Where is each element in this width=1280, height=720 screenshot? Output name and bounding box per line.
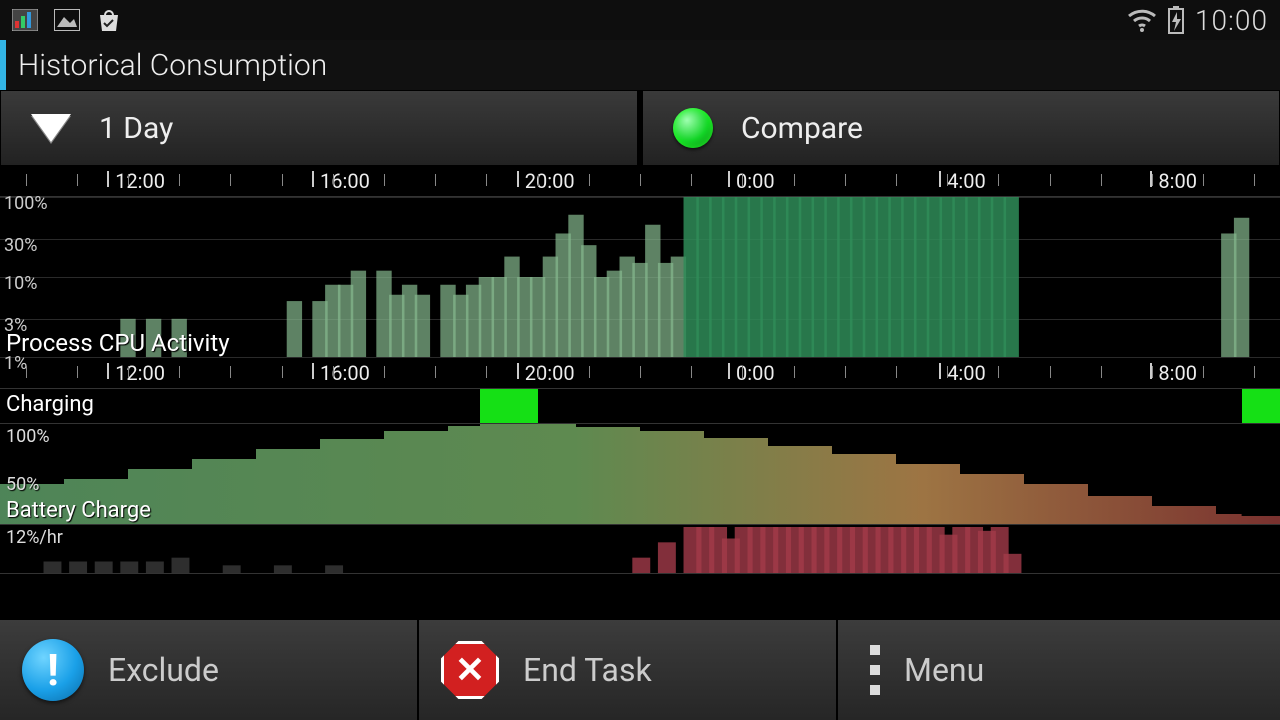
battery-charging-icon: [1167, 6, 1185, 34]
battery-chart-label: Battery Charge: [6, 498, 151, 523]
charts-container: 12:0016:0020:000:004:008:00 100%30%10%3%…: [0, 166, 1280, 574]
drain-chart[interactable]: 12%/hr: [0, 525, 1280, 574]
menu-dots-icon: [870, 645, 880, 695]
page-title: Historical Consumption: [0, 40, 1280, 90]
time-axis-cpu: 12:0016:0020:000:004:008:00: [0, 166, 1280, 197]
end-task-button[interactable]: ✕ End Task: [419, 620, 836, 720]
end-task-label: End Task: [523, 651, 652, 689]
charging-label: Charging: [6, 392, 94, 417]
shop-check-icon: [96, 7, 122, 33]
exclude-button[interactable]: ! Exclude: [0, 620, 417, 720]
tab-row: 1 Day Compare: [0, 90, 1280, 166]
time-axis-battery: 12:0016:0020:000:004:008:00: [0, 358, 1280, 389]
charging-strip[interactable]: Charging: [0, 389, 1280, 424]
range-label: 1 Day: [99, 111, 173, 146]
battery-chart[interactable]: 100% 50% Battery Charge: [0, 424, 1280, 525]
clock-text: 10:00: [1195, 4, 1268, 37]
wifi-icon: [1127, 8, 1157, 32]
menu-button[interactable]: Menu: [838, 620, 1280, 720]
battery-y-50: 50%: [6, 474, 39, 495]
menu-label: Menu: [904, 651, 984, 689]
dropdown-icon: [31, 114, 71, 142]
compare-button[interactable]: Compare: [642, 90, 1280, 166]
stop-icon: ✕: [441, 641, 499, 699]
app-icon: [12, 9, 38, 31]
drain-rate-label: 12%/hr: [6, 527, 63, 548]
compare-orb-icon: [673, 108, 713, 148]
cpu-chart[interactable]: 100%30%10%3%1% Process CPU Activity: [0, 197, 1280, 358]
cpu-chart-label: Process CPU Activity: [6, 329, 230, 357]
bottom-bar: ! Exclude ✕ End Task Menu: [0, 620, 1280, 720]
battery-y-100: 100%: [6, 426, 50, 447]
status-bar: 10:00: [0, 0, 1280, 40]
gallery-icon: [54, 9, 80, 31]
compare-label: Compare: [741, 111, 863, 146]
range-selector[interactable]: 1 Day: [0, 90, 638, 166]
info-circle-icon: !: [22, 639, 84, 701]
exclude-label: Exclude: [108, 651, 219, 689]
